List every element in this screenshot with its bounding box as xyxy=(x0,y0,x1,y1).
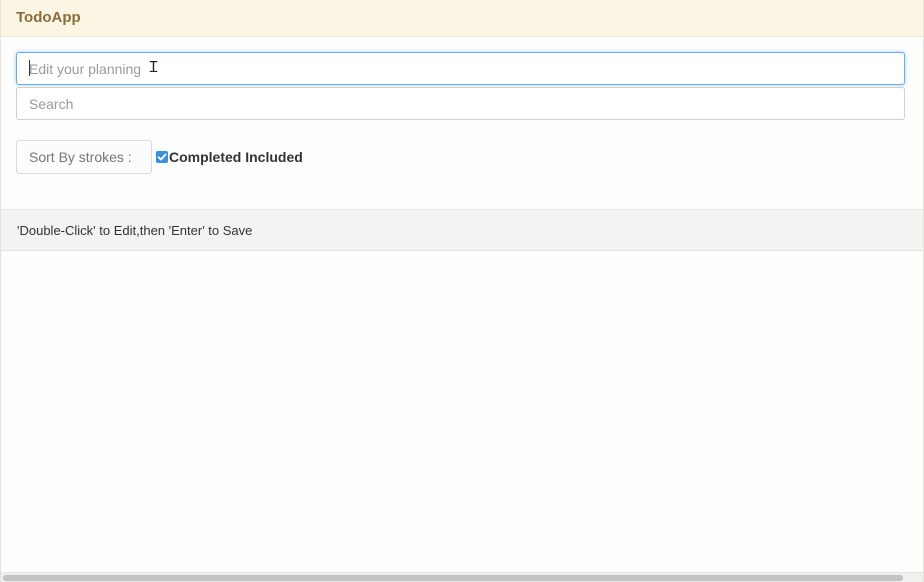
search-input[interactable] xyxy=(16,87,905,120)
scrollbar-thumb[interactable] xyxy=(3,575,903,581)
panel-body: Ｉ Sort By strokes : Completed Included xyxy=(1,37,923,209)
text-cursor-icon: Ｉ xyxy=(146,58,162,76)
checkmark-icon[interactable] xyxy=(156,151,168,163)
app-brand[interactable]: TodoApp xyxy=(16,9,81,26)
todo-app-window: TodoApp Ｉ Sort By strokes : Completed In… xyxy=(0,0,924,582)
text-caret-icon xyxy=(29,60,30,76)
completed-included-toggle[interactable]: Completed Included xyxy=(156,148,303,166)
edit-hint-text: 'Double-Click' to Edit,then 'Enter' to S… xyxy=(17,223,253,238)
completed-included-label: Completed Included xyxy=(169,149,303,165)
navbar: TodoApp xyxy=(1,0,923,37)
horizontal-scrollbar[interactable] xyxy=(1,572,923,582)
panel-footer: 'Double-Click' to Edit,then 'Enter' to S… xyxy=(1,209,923,251)
sort-by-strokes-button[interactable]: Sort By strokes : xyxy=(16,140,152,174)
